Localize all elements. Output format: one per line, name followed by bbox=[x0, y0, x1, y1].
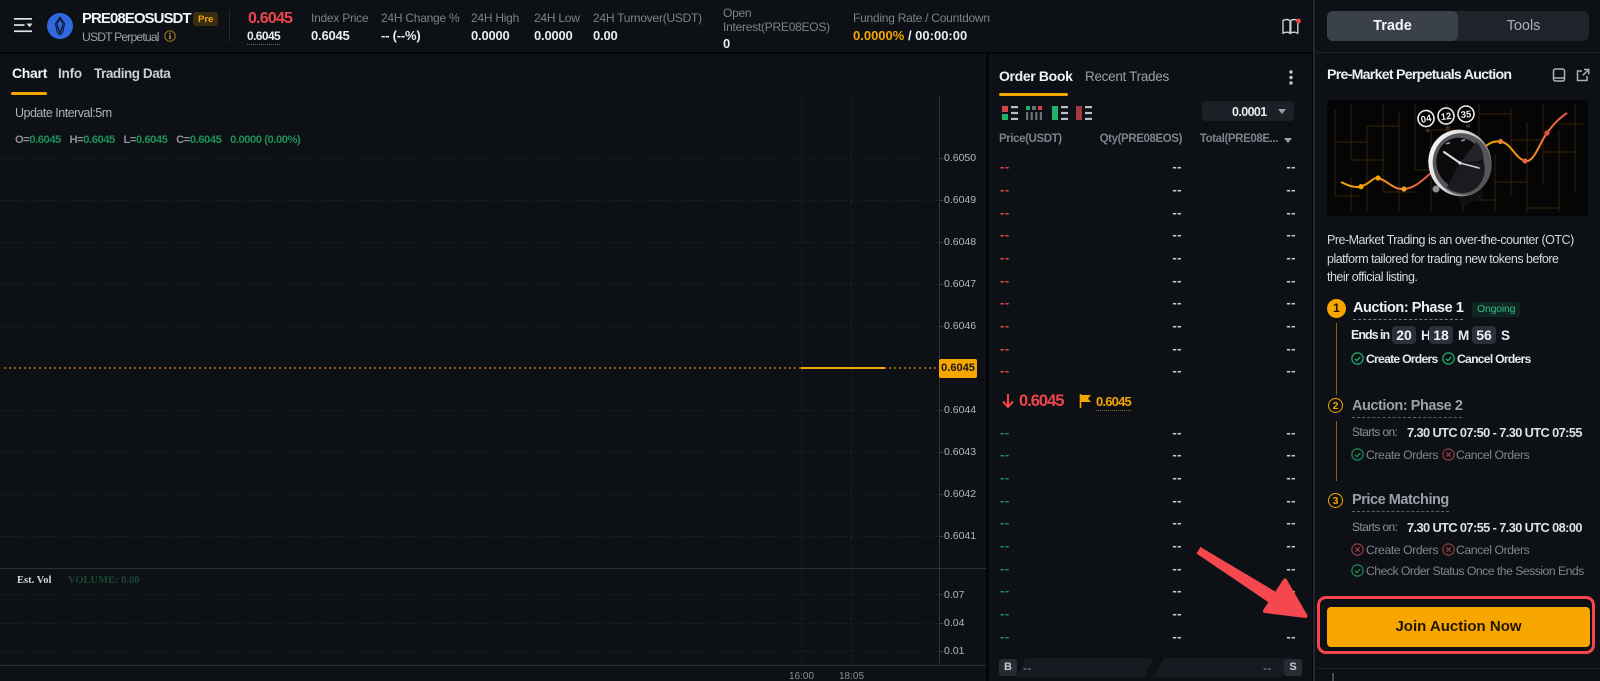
svg-text:H: H bbox=[1446, 126, 1449, 131]
svg-text:35: 35 bbox=[1460, 109, 1472, 121]
svg-text:12: 12 bbox=[1440, 111, 1452, 123]
svg-text:M: M bbox=[1466, 124, 1470, 129]
